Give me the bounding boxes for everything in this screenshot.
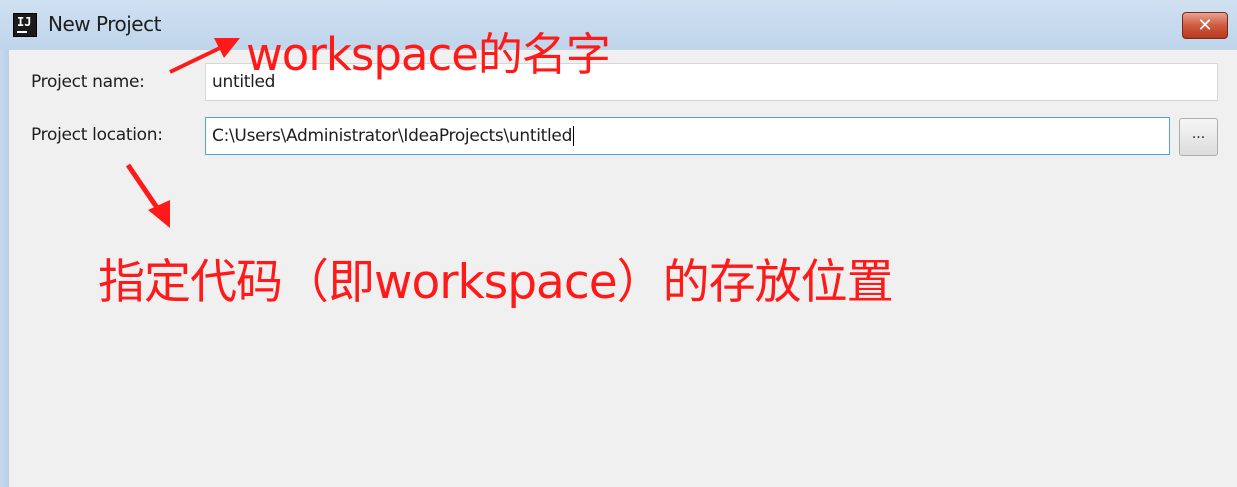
annotation-workspace-name: workspace的名字 <box>246 28 611 81</box>
red-arrow-icon <box>169 38 240 74</box>
red-arrow-icon <box>125 163 170 228</box>
new-project-dialog: IJ New Project ✕ Project name: untitled … <box>0 0 1237 487</box>
annotation-workspace-location: 指定代码（即workspace）的存放位置 <box>98 255 894 310</box>
